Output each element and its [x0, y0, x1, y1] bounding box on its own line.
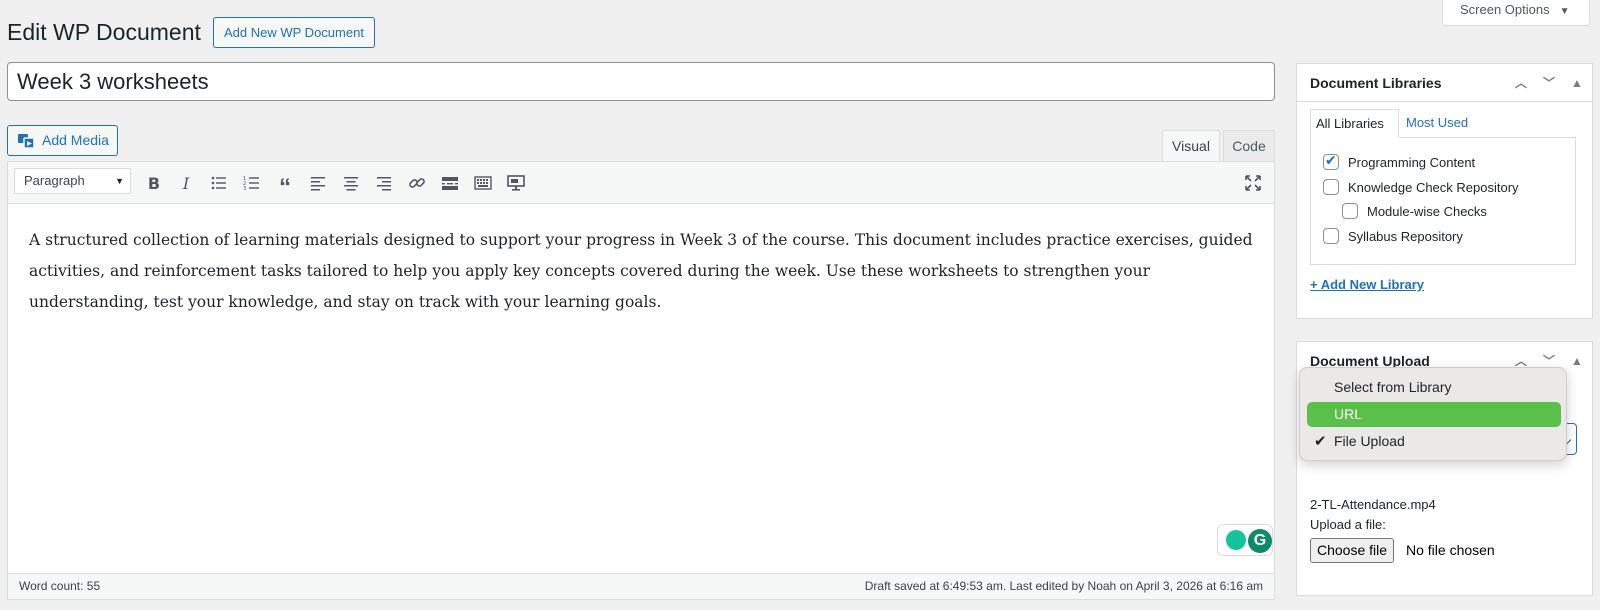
- draft-status: Draft saved at 6:49:53 am. Last edited b…: [864, 579, 1263, 593]
- option-label: Select from Library: [1334, 379, 1452, 395]
- checkbox[interactable]: [1323, 228, 1339, 244]
- editor-content[interactable]: A structured collection of learning mate…: [29, 225, 1257, 318]
- page-title: Edit WP Document: [7, 19, 201, 45]
- checkbox[interactable]: [1323, 179, 1339, 195]
- document-libraries-box: Document Libraries ︿ ﹀ ▲ All Libraries M…: [1296, 63, 1593, 319]
- library-item[interactable]: Programming Content: [1323, 152, 1476, 171]
- paragraph-format-select[interactable]: Paragraph ▼: [14, 168, 131, 194]
- chevron-up-icon[interactable]: ︿: [1512, 64, 1530, 102]
- triangle-down-icon: ▼: [115, 176, 124, 186]
- upload-type-dropdown: Select from Library URL ✔ File Upload: [1299, 367, 1567, 461]
- option-label: File Upload: [1334, 433, 1405, 449]
- dropdown-option-file-upload[interactable]: ✔ File Upload: [1307, 429, 1561, 454]
- libraries-box-header: Document Libraries ︿ ﹀ ▲: [1297, 64, 1592, 102]
- checkmark-icon: ✔: [1314, 433, 1327, 450]
- tab-most-used[interactable]: Most Used: [1406, 109, 1468, 136]
- dropdown-option-select-from-library[interactable]: Select from Library: [1307, 375, 1561, 400]
- screen-options-button[interactable]: Screen Options ▼: [1442, 0, 1590, 26]
- tab-visual[interactable]: Visual: [1162, 130, 1220, 162]
- media-icon: [18, 134, 35, 149]
- caret-down-icon: ▼: [1559, 6, 1570, 17]
- current-file-name: 2-TL-Attendance.mp4: [1310, 497, 1436, 512]
- library-item[interactable]: Syllabus Repository: [1323, 227, 1463, 245]
- document-title-input[interactable]: Week 3 worksheets: [7, 62, 1275, 101]
- box-controls: ︿ ﹀ ▲: [1512, 64, 1586, 102]
- add-media-label: Add Media: [42, 132, 109, 148]
- toggle-panel-icon[interactable]: ▲: [1568, 64, 1586, 102]
- tab-all-libraries[interactable]: All Libraries: [1310, 109, 1399, 138]
- content-editor: Paragraph ▼ B I 123 “ A structured colle…: [7, 161, 1275, 600]
- grammarly-logo-icon[interactable]: G: [1248, 529, 1272, 553]
- screen-options-label: Screen Options: [1460, 2, 1550, 17]
- chevron-down-icon[interactable]: ﹀: [1540, 64, 1558, 102]
- numbered-list-icon[interactable]: 123: [239, 170, 265, 196]
- editor-toolbar: Paragraph ▼ B I 123 “: [8, 162, 1274, 204]
- libraries-box-title: Document Libraries: [1310, 75, 1442, 91]
- checkbox[interactable]: [1342, 203, 1358, 219]
- lightbulb-icon[interactable]: [1226, 530, 1246, 550]
- word-count: Word count: 55: [19, 579, 101, 593]
- blockquote-icon[interactable]: “: [272, 170, 298, 201]
- bulleted-list-icon[interactable]: [206, 170, 232, 196]
- upload-label: Upload a file:: [1310, 517, 1386, 532]
- library-item-label: Module-wise Checks: [1367, 203, 1487, 219]
- presentation-icon[interactable]: [503, 170, 529, 196]
- link-icon[interactable]: [404, 170, 430, 196]
- align-right-icon[interactable]: [371, 170, 397, 196]
- add-new-library-link[interactable]: + Add New Library: [1310, 277, 1424, 292]
- library-item-label: Knowledge Check Repository: [1348, 179, 1519, 195]
- choose-file-button[interactable]: Choose file: [1310, 538, 1395, 563]
- italic-icon[interactable]: I: [173, 170, 199, 196]
- add-media-button[interactable]: Add Media: [7, 125, 118, 156]
- library-checklist: Programming Content Knowledge Check Repo…: [1310, 137, 1576, 265]
- toolbar-toggle-icon[interactable]: [470, 170, 496, 196]
- align-left-icon[interactable]: [305, 170, 331, 196]
- fullscreen-icon[interactable]: [1240, 170, 1266, 196]
- library-item[interactable]: Module-wise Checks: [1342, 202, 1487, 220]
- add-new-document-button[interactable]: Add New WP Document: [213, 17, 375, 48]
- bold-icon[interactable]: B: [141, 170, 167, 196]
- svg-text:3: 3: [243, 186, 246, 192]
- dropdown-option-url[interactable]: URL: [1307, 402, 1561, 427]
- editor-statusbar: Word count: 55 Draft saved at 6:49:53 am…: [8, 573, 1274, 599]
- read-more-icon[interactable]: [437, 170, 463, 196]
- align-center-icon[interactable]: [338, 170, 364, 196]
- tab-code[interactable]: Code: [1223, 130, 1275, 162]
- checkbox-checked[interactable]: [1323, 152, 1339, 170]
- library-item-label: Syllabus Repository: [1348, 228, 1463, 244]
- library-item[interactable]: Knowledge Check Repository: [1323, 178, 1519, 196]
- toggle-panel-icon[interactable]: ▲: [1568, 342, 1586, 380]
- library-item-label: Programming Content: [1348, 154, 1476, 170]
- format-select-value: Paragraph: [24, 173, 85, 188]
- grammarly-widget[interactable]: G: [1217, 524, 1273, 556]
- option-label: URL: [1334, 406, 1363, 422]
- no-file-chosen-text: No file chosen: [1406, 542, 1495, 558]
